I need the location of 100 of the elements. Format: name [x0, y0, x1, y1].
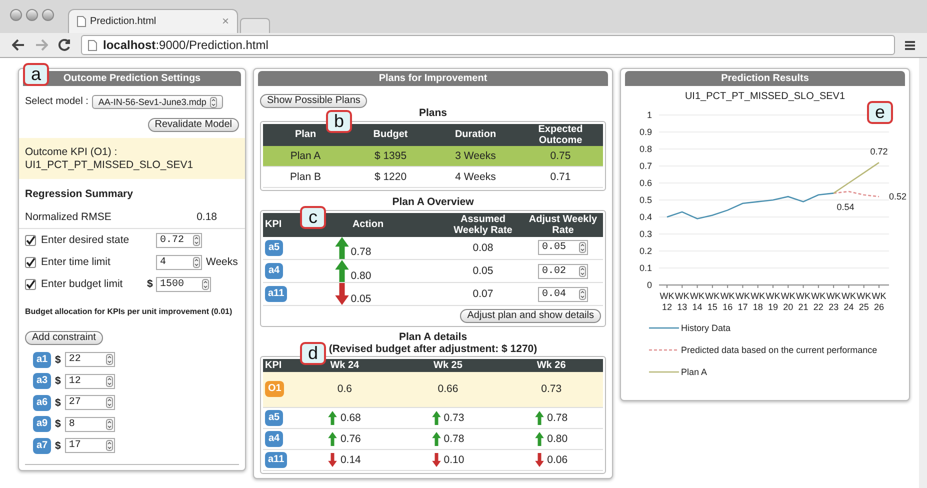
- address-bar[interactable]: localhost:9000/Prediction.html: [81, 35, 895, 55]
- table-cell: Plan A: [263, 146, 348, 167]
- document-icon: [77, 16, 86, 27]
- stepper-icon[interactable]: [106, 418, 113, 430]
- currency-symbol: $: [55, 440, 61, 452]
- metric-value: 0.18: [196, 210, 217, 224]
- window-button[interactable]: [42, 9, 54, 21]
- button[interactable]: Adjust plan and show details: [460, 309, 601, 324]
- stepper-icon[interactable]: [106, 440, 113, 452]
- table-subtitle: (Revised budget after adjustment: $ 1270): [328, 343, 538, 356]
- number-field[interactable]: 0.05: [538, 240, 588, 256]
- currency-symbol: $: [55, 354, 61, 366]
- model-select[interactable]: AA-IN-56-Sev1-June3.mdp: [92, 95, 224, 109]
- axis-label: 0.5: [639, 195, 652, 205]
- chart-title: UI1_PCT_PT_MISSED_SLO_SEV1: [684, 91, 846, 103]
- axis-label: WK 16: [720, 291, 735, 312]
- stepper-icon[interactable]: [193, 234, 200, 246]
- number-field[interactable]: 1500: [156, 276, 211, 292]
- kpi-badge: O1: [265, 381, 284, 398]
- reload-icon[interactable]: [58, 39, 71, 51]
- table-cell: 0.08: [443, 236, 523, 260]
- url-text: localhost:9000/Prediction.html: [103, 38, 268, 52]
- table-cell: 0.73: [444, 412, 464, 425]
- column-header: Plan: [294, 129, 316, 140]
- checkbox-label: Enter time limit: [41, 256, 112, 269]
- checkbox[interactable]: [25, 256, 36, 268]
- up-arrow-icon: [535, 410, 544, 425]
- number-field[interactable]: 0.04: [538, 286, 588, 302]
- stepper-icon[interactable]: [106, 397, 113, 408]
- axis-label: WK 19: [766, 291, 780, 312]
- axis-label: WK 23: [826, 291, 841, 312]
- button[interactable]: Add constraint: [25, 330, 103, 345]
- section-title: Budget allocation for KPIs per unit improvement (0.01): [25, 307, 234, 317]
- number-field[interactable]: 22: [64, 352, 115, 368]
- column-header: Wk 24: [330, 360, 360, 372]
- table-cell: 0.07: [443, 282, 523, 306]
- stepper-icon[interactable]: [579, 266, 586, 277]
- column-header: Expected Outcome: [537, 124, 584, 146]
- axis-label: WK 17: [735, 291, 750, 312]
- table-title: Plans: [418, 107, 447, 120]
- number-field[interactable]: 12: [64, 374, 115, 389]
- annotation-label: d: [300, 342, 326, 365]
- stepper-icon[interactable]: [579, 242, 586, 254]
- axis-label: WK 14: [690, 291, 705, 312]
- stepper-icon[interactable]: [210, 96, 218, 108]
- stepper-icon[interactable]: [106, 354, 113, 366]
- kpi-badge: a6: [33, 394, 51, 411]
- number-field[interactable]: 0.02: [538, 264, 588, 279]
- currency-symbol: $: [147, 278, 154, 291]
- data-label: 0.72: [870, 146, 888, 157]
- button[interactable]: Show Possible Plans: [260, 94, 368, 108]
- number-field[interactable]: 27: [64, 395, 115, 410]
- column-header: Action: [352, 219, 384, 230]
- table-cell: Plan B: [263, 166, 348, 188]
- menu-icon[interactable]: [905, 40, 915, 50]
- down-arrow-icon: [328, 452, 338, 467]
- axis-label: WK 12: [660, 291, 674, 312]
- back-icon[interactable]: [12, 39, 25, 51]
- column-header: KPI: [265, 360, 282, 372]
- checkbox-label: Enter desired state: [41, 234, 130, 247]
- up-arrow-icon: [432, 410, 441, 425]
- kpi-badge: a9: [33, 416, 51, 432]
- legend-swatch: [649, 348, 679, 352]
- checkbox[interactable]: [25, 234, 36, 246]
- table-cell: 0.78: [444, 433, 464, 446]
- button[interactable]: Revalidate Model: [148, 118, 239, 132]
- stepper-icon[interactable]: [193, 256, 200, 268]
- legend-swatch: [649, 326, 679, 330]
- table-title: Plan A details: [398, 331, 468, 344]
- table-cell: 4 Weeks: [433, 166, 518, 188]
- axis-label: WK 18: [750, 291, 766, 312]
- stepper-icon[interactable]: [106, 376, 113, 387]
- panel-header: Plans for Improvement: [258, 71, 608, 86]
- stepper-icon[interactable]: [202, 278, 209, 290]
- stepper-icon[interactable]: [579, 288, 586, 300]
- annotation-label: c: [300, 206, 326, 229]
- kpi-label: Outcome KPI (O1) :: [25, 146, 118, 159]
- axis-label: WK 13: [674, 291, 690, 312]
- number-field[interactable]: 4: [156, 254, 202, 270]
- column-header: Wk 26: [536, 360, 566, 372]
- table-cell: 0.10: [444, 454, 464, 467]
- axis-label: 0.8: [639, 144, 652, 154]
- up-arrow-icon: [328, 432, 338, 446]
- axis-label: 0.4: [639, 212, 652, 222]
- unit-label: Weeks: [206, 256, 238, 269]
- window-button[interactable]: [26, 9, 38, 21]
- axis-label: 0.6: [639, 178, 652, 188]
- browser-tab[interactable]: Prediction.html ×: [68, 9, 238, 33]
- window-button[interactable]: [10, 9, 22, 21]
- up-arrow-icon: [535, 432, 544, 446]
- down-arrow-icon: [432, 452, 441, 467]
- legend-swatch: [649, 370, 679, 374]
- table-cell: 0.05: [443, 260, 523, 283]
- number-field[interactable]: 0.72: [156, 232, 202, 248]
- checkbox[interactable]: [25, 278, 36, 290]
- number-field[interactable]: 8: [64, 416, 115, 432]
- kpi-badge: a5: [265, 410, 283, 426]
- number-field[interactable]: 17: [64, 438, 115, 454]
- legend-label: Predicted data based on the current performance: [681, 344, 878, 356]
- table-cell: 0.80: [350, 270, 372, 282]
